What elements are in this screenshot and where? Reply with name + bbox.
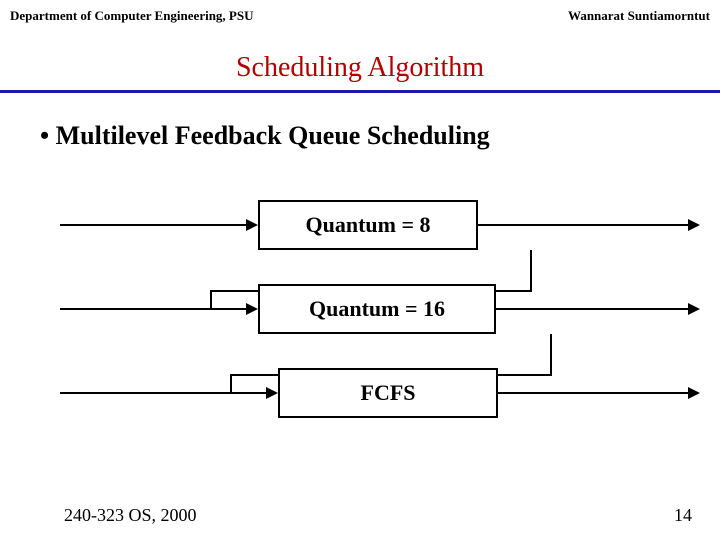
feedback-v-q2 [550,334,552,374]
footer-course: 240-323 OS, 2000 [64,505,197,526]
arrow-head-into-q2 [246,303,258,315]
arrow-head-out-q1 [688,219,700,231]
queue-label-2: Quantum = 16 [309,296,445,322]
feedback-v2-q2 [230,374,232,392]
arrow-head-out-q3 [688,387,700,399]
queue-box-1: Quantum = 8 [258,200,478,250]
arrow-in-q3 [60,392,230,394]
queue-box-3: FCFS [278,368,498,418]
arrow-head-into-q3 [266,387,278,399]
footer-page: 14 [674,505,692,526]
queue-box-2: Quantum = 16 [258,284,496,334]
arrow-in-q2 [60,308,210,310]
feedback-into-q2 [210,308,246,310]
feedback-v2-q1 [210,290,212,310]
bullet-heading: • Multilevel Feedback Queue Scheduling [0,93,720,151]
arrow-in-q1 [60,224,246,226]
slide-header: Department of Computer Engineering, PSU … [0,0,720,24]
arrow-head-in-q1 [246,219,258,231]
title-area: Scheduling Algorithm [0,52,720,84]
arrow-out-q1 [478,224,688,226]
header-author: Wannarat Suntiamorntut [568,8,710,24]
queue-label-3: FCFS [361,380,416,406]
mlfq-diagram: Quantum = 8 Quantum = 16 FCFS [0,190,720,450]
feedback-into-q3 [230,392,266,394]
slide-title: Scheduling Algorithm [236,52,484,84]
header-department: Department of Computer Engineering, PSU [10,8,254,24]
arrow-out-q3 [498,392,688,394]
feedback-v-q1 [530,250,532,290]
slide-footer: 240-323 OS, 2000 14 [0,505,720,526]
queue-label-1: Quantum = 8 [305,212,430,238]
arrow-out-q2 [496,308,688,310]
arrow-head-out-q2 [688,303,700,315]
